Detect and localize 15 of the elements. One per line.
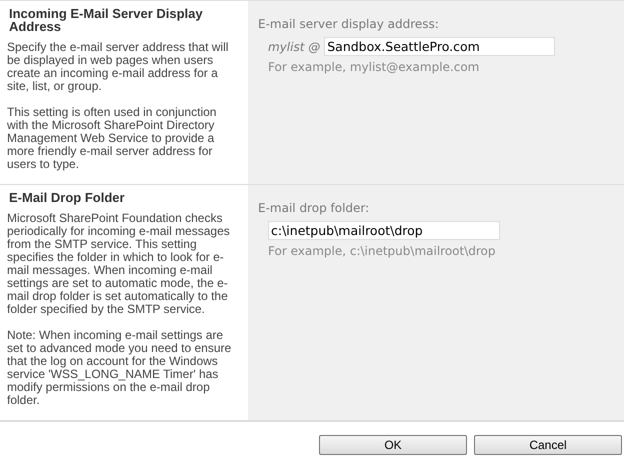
example-text: For example, c:\inetpub\mailroot\drop [267, 243, 496, 260]
section-title: Incoming E-Mail Server Display Address [8, 7, 204, 33]
text-input[interactable]: c:\inetpub\mailroot\drop [268, 221, 500, 240]
field-label: E-mail server display address: [258, 16, 440, 33]
cancel-button[interactable]: Cancel [474, 435, 622, 455]
address-prefix: mylist @ [268, 38, 320, 56]
text-input[interactable]: Sandbox.SeattlePro.com [324, 37, 556, 56]
section-title: E-Mail Drop Folder [8, 191, 126, 204]
field-label: E-mail drop folder: [258, 200, 370, 217]
section-description: Microsoft SharePoint Foundation checks periodically for incoming e-mail messages from the SMTP service. This setting specifies the folder in which to look for e-mail messages. When incoming e-mail settings are set to automatic mode, the e-mail drop folder is set automatically to the folder specified by the SMTP service. [7, 212, 231, 316]
example-text: For example, mylist@example.com [267, 59, 480, 76]
section-description: Note: When incoming e-mail settings are set to advanced mode you need to ensure that the log on account for the Windows service 'WSS_LONG_NAME Timer' has modify permissions on the e-mail drop folder. [7, 329, 232, 407]
section-description: Specify the e-mail server address that will be displayed in web pages when users create an incoming e-mail address for a site, list, or group. [7, 41, 230, 93]
ok-button[interactable]: OK [319, 435, 467, 455]
section-description: This setting is often used in conjunction with the Microsoft SharePoint Directory Management Web Service to provide a more friendly e-mail server address for users to type. [7, 106, 218, 171]
